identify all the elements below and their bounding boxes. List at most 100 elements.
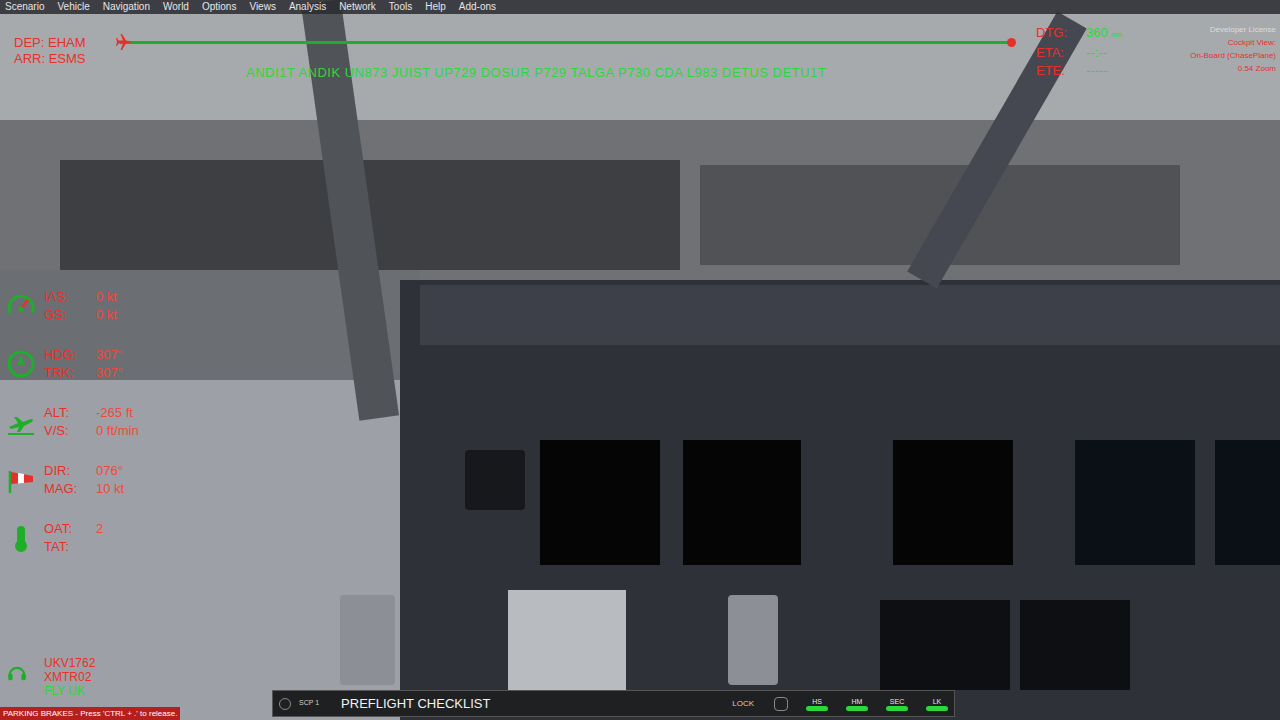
route-info-value: 360nm	[1086, 24, 1122, 43]
hud-value: 0 kt	[96, 288, 117, 306]
scp-label: SCP 1	[299, 698, 319, 709]
menu-item[interactable]: Scenario	[5, 0, 44, 14]
network: FLY UK	[44, 684, 95, 698]
route-info-row: ETA: --:--	[1036, 44, 1122, 61]
hud-row: MAG: 10 kt	[44, 480, 124, 498]
route-info-value: --:--	[1086, 44, 1107, 61]
wind-icon	[6, 465, 36, 495]
route-info-number: --:--	[1086, 44, 1107, 61]
departure: DEP: EHAM	[14, 35, 86, 51]
headset-icon	[6, 662, 36, 692]
checklist-button-label[interactable]: SEC	[890, 697, 904, 706]
menu-item[interactable]: Navigation	[103, 0, 150, 14]
airplane-icon	[116, 33, 134, 51]
route-info-label: ETE:	[1036, 62, 1078, 79]
heading-icon	[6, 349, 36, 379]
callsign: UKV1762	[44, 656, 95, 670]
license-line: Developer License	[1210, 24, 1276, 35]
menu-item[interactable]: Add-ons	[459, 0, 496, 14]
hud-label: TRK:	[44, 364, 90, 382]
menu-item[interactable]: Analysis	[289, 0, 326, 14]
route-string: ANDI1T ANDIK UN873 JUIST UP729 DOSUR P72…	[246, 65, 826, 81]
hud-value: 10 kt	[96, 480, 124, 498]
menu-item[interactable]: Network	[339, 0, 376, 14]
button-light-icon	[886, 706, 908, 711]
license-line: 0.54 Zoom	[1238, 63, 1276, 74]
departure-code: EHAM	[48, 35, 86, 50]
hud-group: HDG: 307° TRK: 307°	[6, 346, 139, 382]
checklist-title: PREFLIGHT CHECKLIST	[341, 694, 724, 714]
hud-value: 2	[96, 520, 103, 538]
checklist-button[interactable]: HM	[846, 697, 868, 711]
checklist-button-label[interactable]: HM	[852, 697, 863, 706]
flight-data-hud: IAS:0 ktGS:0 ktHDG:307°TRK:307°ALT:-265 …	[6, 288, 139, 556]
checklist-bar: SCP 1 PREFLIGHT CHECKLIST LOCK HS HM SEC LK	[272, 690, 955, 717]
menu-item[interactable]: Options	[202, 0, 236, 14]
radio-lines: UKV1762XMTR02FLY UK	[44, 656, 95, 698]
button-light-icon	[846, 706, 868, 711]
route-info-unit: nm	[1111, 26, 1122, 43]
checklist-button[interactable]: HS	[806, 697, 828, 711]
button-light-icon	[926, 706, 948, 711]
hud-label: TAT:	[44, 538, 90, 556]
radio-info: UKV1762XMTR02FLY UK	[6, 656, 95, 698]
hud-rows: ALT:-265 ftV/S:0 ft/min	[44, 404, 139, 440]
menu-item[interactable]: Vehicle	[57, 0, 89, 14]
hud-rows: HDG: 307° TRK: 307°	[44, 346, 123, 382]
hud-label: HDG:	[44, 346, 90, 364]
checklist-button[interactable]: SEC	[886, 697, 908, 711]
hud-value: 0 kt	[96, 306, 117, 324]
route-info-label: DTG:	[1036, 24, 1078, 41]
hud-value: 0 ft/min	[96, 422, 139, 440]
hud-row: IAS: 0 kt	[44, 288, 117, 306]
hud-row: HDG: 307°	[44, 346, 123, 364]
hud-row: DIR:076°	[44, 462, 124, 480]
arrival-label: ARR:	[14, 51, 45, 66]
hud-label: V/S:	[44, 422, 90, 440]
menu-item[interactable]: Help	[425, 0, 446, 14]
checklist-button-label[interactable]: HS	[812, 697, 822, 706]
menu-item[interactable]: Tools	[389, 0, 412, 14]
hud-value: -265 ft	[96, 404, 133, 422]
button-light-icon	[806, 706, 828, 711]
parking-brake-notice: PARKING BRAKES - Press 'CTRL + .' to rel…	[0, 707, 180, 720]
hud-group: DIR:076°MAG: 10 kt	[6, 462, 139, 498]
hud-label: MAG:	[44, 480, 90, 498]
license-line: On-Board (ChasePlane)	[1190, 50, 1276, 61]
hud-group: ALT:-265 ftV/S:0 ft/min	[6, 404, 139, 440]
settings-icon[interactable]	[279, 698, 291, 710]
hud-row: TAT:	[44, 538, 103, 556]
route-info-number: 360	[1086, 24, 1108, 41]
hud-rows: DIR:076°MAG: 10 kt	[44, 462, 124, 498]
hud-label: IAS:	[44, 288, 90, 306]
route-info-row: ETE: -----	[1036, 62, 1122, 79]
route-info-row: DTG: 360nm	[1036, 24, 1122, 43]
cockpit-scene	[0, 0, 1280, 720]
transmitter: XMTR02	[44, 670, 95, 684]
arrival-code: ESMS	[49, 51, 86, 66]
hud-value: 307°	[96, 346, 123, 364]
temperature-icon	[6, 523, 36, 553]
lock-button[interactable]: LOCK	[732, 698, 754, 710]
sim-window: Scenario Vehicle Navigation World Options Vie…	[0, 0, 1280, 720]
route-info-label: ETA:	[1036, 44, 1078, 61]
menu-item[interactable]: World	[163, 0, 189, 14]
checklist-button[interactable]: LK	[926, 697, 948, 711]
license-info: Developer License Cockpit View: On-Board (…	[1190, 24, 1276, 74]
menu-item[interactable]: Views	[249, 0, 276, 14]
hud-row: TRK: 307°	[44, 364, 123, 382]
hud-label: OAT:	[44, 520, 90, 538]
departure-label: DEP:	[14, 35, 44, 50]
arrival: ARR: ESMS	[14, 51, 86, 67]
arrows-icon[interactable]	[774, 697, 788, 711]
hud-row: V/S: 0 ft/min	[44, 422, 139, 440]
route-info-number: -----	[1086, 62, 1108, 79]
route-info: DTG: 360nm ETA: --:-- ETE: -----	[1036, 24, 1122, 79]
hud-label: DIR:	[44, 462, 90, 480]
altitude-icon	[6, 407, 36, 437]
hud-group: OAT: 2 TAT:	[6, 520, 139, 556]
license-line: Cockpit View:	[1228, 37, 1276, 48]
hud-value: 307°	[96, 364, 123, 382]
checklist-button-label[interactable]: LK	[933, 697, 942, 706]
hud-row: GS:0 kt	[44, 306, 117, 324]
